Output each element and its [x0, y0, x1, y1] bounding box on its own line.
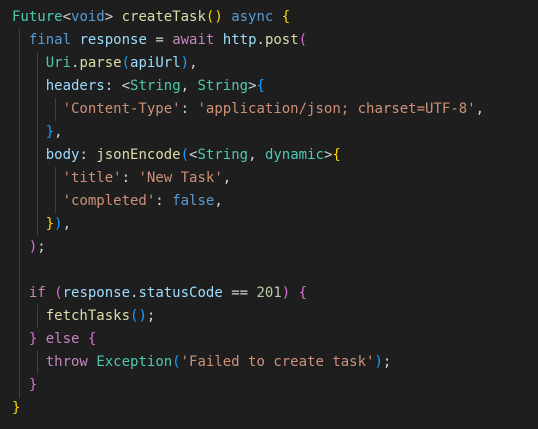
type-token: Uri: [45, 55, 72, 71]
keyword-token: await: [172, 32, 215, 48]
code-line[interactable]: if (response.statusCode == 201) {: [12, 282, 307, 305]
variable-token: response: [79, 32, 147, 48]
code-line[interactable]: headers: <String, String>{: [12, 75, 265, 98]
code-line[interactable]: Uri.parse(apiUrl),: [12, 52, 198, 75]
code-line[interactable]: 'completed': false,: [12, 190, 223, 213]
function-name: post: [264, 32, 299, 48]
type-token: String: [197, 147, 249, 163]
function-name: fetchTasks: [45, 308, 131, 324]
keyword-token: final: [28, 32, 72, 48]
code-line[interactable]: body: jsonEncode(<String, dynamic>{: [12, 144, 341, 167]
keyword-token: if: [28, 285, 46, 301]
function-name: createTask: [121, 9, 206, 25]
type-token: String: [197, 78, 249, 94]
keyword-token: false: [172, 193, 215, 209]
code-line[interactable]: }: [12, 374, 37, 397]
keyword-token: else: [45, 331, 80, 347]
code-line[interactable]: );: [12, 236, 46, 259]
type-token: Exception: [96, 354, 173, 370]
string-token: 'Failed to create task': [180, 354, 375, 370]
code-editor[interactable]: Future<void> createTask() async { final …: [0, 0, 538, 429]
code-line[interactable]: Future<void> createTask() async {: [12, 6, 290, 29]
code-line[interactable]: }: [12, 397, 20, 420]
code-line[interactable]: throw Exception('Failed to create task')…: [12, 351, 392, 374]
code-line[interactable]: 'Content-Type': 'application/json; chars…: [12, 98, 484, 121]
code-line[interactable]: }),: [12, 213, 71, 236]
type-token: String: [130, 78, 181, 94]
string-token: 'application/json; charset=UTF-8': [197, 101, 476, 117]
string-token: 'New Task': [138, 170, 223, 186]
string-token: 'title': [62, 170, 122, 186]
string-token: 'completed': [62, 193, 156, 209]
number-token: 201: [256, 285, 282, 301]
code-line[interactable]: 'title': 'New Task',: [12, 167, 232, 190]
type-token: dynamic: [264, 147, 324, 163]
keyword-token: throw: [45, 354, 88, 370]
function-name: jsonEncode: [96, 147, 181, 163]
variable-token: statusCode: [138, 285, 223, 301]
variable-token: body: [45, 147, 80, 163]
code-line[interactable]: } else {: [12, 328, 96, 351]
variable-token: apiUrl: [130, 55, 181, 71]
keyword-token: void: [71, 9, 105, 25]
code-line[interactable]: final response = await http.post(: [12, 29, 307, 52]
code-line[interactable]: fetchTasks();: [12, 305, 156, 328]
variable-token: http: [222, 32, 257, 48]
variable-token: headers: [45, 78, 105, 94]
string-token: 'Content-Type': [62, 101, 181, 117]
type-token: Future: [12, 9, 63, 25]
code-line[interactable]: },: [12, 121, 63, 144]
function-name: parse: [79, 55, 122, 71]
keyword-token: async: [231, 9, 274, 25]
variable-token: response: [62, 285, 131, 301]
